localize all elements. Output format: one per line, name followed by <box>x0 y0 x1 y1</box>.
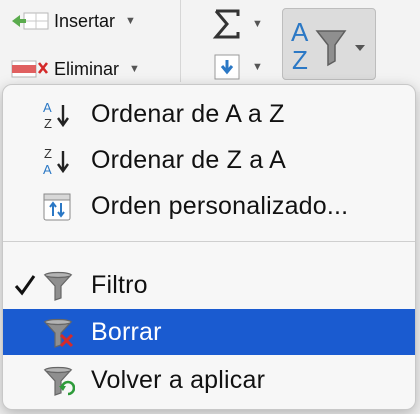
sort-za-icon: Z A <box>43 146 69 177</box>
reapply-filter-icon <box>43 366 75 396</box>
menu-item-label: Ordenar de A a Z <box>91 100 285 128</box>
menu-item-sort-z-to-a[interactable]: Z A Ordenar de Z a A <box>3 137 415 183</box>
ribbon-toolbar: Insertar ▼ Eliminar ▼ ▼ ▼ A Z <box>0 0 420 92</box>
chevron-down-icon: ▼ <box>252 61 263 73</box>
menu-item-label: Orden personalizado... <box>91 192 349 220</box>
insert-button[interactable]: Insertar ▼ <box>10 8 136 34</box>
fill-down-icon <box>214 54 240 80</box>
delete-button[interactable]: Eliminar ▼ <box>10 56 140 82</box>
funnel-icon <box>43 271 73 301</box>
menu-item-label: Volver a aplicar <box>91 366 266 394</box>
svg-text:A: A <box>43 162 52 177</box>
delete-label: Eliminar <box>54 58 120 79</box>
menu-item-reapply[interactable]: Volver a aplicar <box>3 357 415 403</box>
svg-text:Z: Z <box>292 45 308 75</box>
clear-filter-icon <box>43 318 74 348</box>
svg-text:Z: Z <box>44 116 52 131</box>
fill-button[interactable]: ▼ <box>212 54 263 80</box>
menu-item-label: Filtro <box>91 271 148 299</box>
checkmark-icon <box>14 275 36 296</box>
sigma-icon <box>212 9 240 39</box>
sort-az-icon: A Z <box>43 100 69 131</box>
insert-label: Insertar <box>54 10 116 31</box>
svg-text:A: A <box>43 100 52 115</box>
menu-item-sort-a-to-z[interactable]: A Z Ordenar de A a Z <box>3 91 415 137</box>
menu-item-label: Ordenar de Z a A <box>91 146 286 174</box>
autosum-button[interactable]: ▼ <box>212 6 263 42</box>
delete-cells-icon <box>11 60 49 78</box>
chevron-down-icon: ▼ <box>252 18 263 30</box>
sort-filter-menu: A Z Ordenar de A a Z Z A Ordenar de Z a … <box>2 84 416 410</box>
sort-filter-button[interactable]: A Z <box>282 8 376 80</box>
svg-text:A: A <box>291 17 309 47</box>
custom-sort-icon <box>43 193 71 221</box>
menu-item-clear[interactable]: Borrar <box>3 309 415 355</box>
ribbon-divider <box>180 0 181 82</box>
menu-item-label: Borrar <box>91 318 162 346</box>
chevron-down-icon: ▼ <box>125 15 136 27</box>
svg-text:Z: Z <box>44 146 52 161</box>
menu-item-custom-sort[interactable]: Orden personalizado... <box>3 183 415 229</box>
chevron-down-icon: ▼ <box>129 63 140 75</box>
menu-divider <box>3 241 415 242</box>
insert-cells-icon <box>12 12 49 30</box>
menu-item-filter[interactable]: Filtro <box>3 262 415 308</box>
sort-az-funnel-icon: A Z <box>291 17 365 75</box>
